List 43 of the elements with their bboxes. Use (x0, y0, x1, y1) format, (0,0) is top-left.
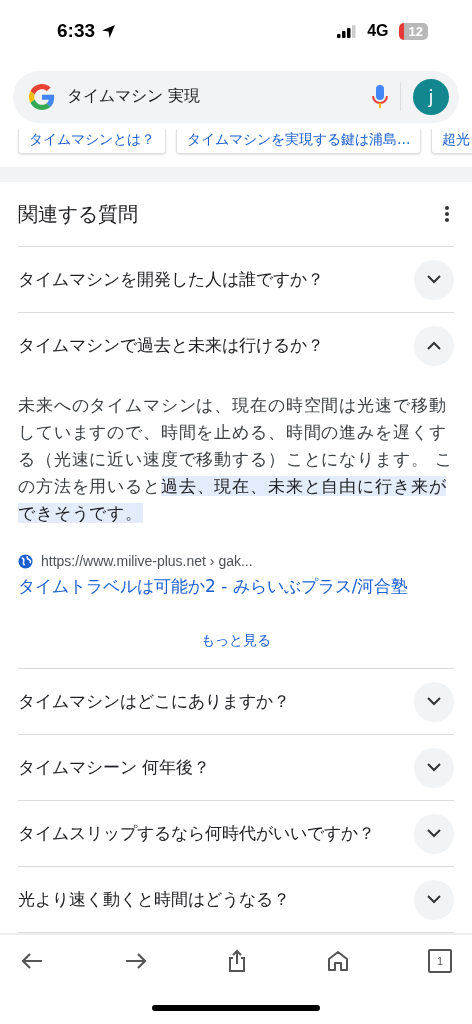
answer-text: 未来へのタイムマシンは、現在の時空間は光速で移動していますので、時間を止める、時間の進みを遅くする（光速に近い速度で移動する）ことになります。 この方法を用いると 過去、現在、未来と自由に行き来ができそうです。 (18, 394, 454, 526)
battery-indicator: 12 (398, 22, 428, 40)
location-arrow-icon (101, 23, 117, 39)
chevron-icon (427, 763, 441, 773)
chevron-icon (427, 829, 441, 839)
question-text[interactable]: 光より速く動くと時間はどうなる？ (18, 888, 290, 911)
share-icon[interactable] (227, 948, 247, 973)
forward-arrow-icon[interactable] (123, 951, 148, 970)
status-time: 6:33 (57, 20, 96, 43)
chevron-icon (427, 697, 441, 707)
more-link[interactable]: もっと見る (201, 632, 271, 651)
tabs-button[interactable]: 1 (428, 948, 452, 973)
chevron-icon (427, 275, 441, 285)
expand-toggle[interactable] (414, 325, 454, 366)
suggestion-chip[interactable]: 超光 (431, 129, 472, 155)
network-label: 4G (367, 22, 389, 41)
question-text[interactable]: タイムマシーン 何年後？ (18, 756, 211, 779)
back-arrow-icon[interactable] (20, 951, 44, 970)
google-logo-icon (29, 83, 55, 110)
signal-icon (337, 24, 358, 38)
expand-toggle[interactable] (414, 681, 454, 722)
source-url: https://www.milive-plus.net › gak... (41, 553, 253, 570)
expand-toggle[interactable] (414, 813, 454, 854)
chevron-icon (427, 895, 441, 905)
question-text[interactable]: タイムマシンで過去と未来は行けるか？ (18, 334, 324, 357)
source-link[interactable]: タイムトラベルは可能か2 - みらいぶプラス/河合塾 (18, 575, 454, 599)
expand-toggle[interactable] (414, 747, 454, 788)
expand-toggle[interactable] (414, 259, 454, 300)
section-title: 関連する質問 (18, 200, 138, 228)
suggestion-chip[interactable]: タイムマシンとは？ (18, 129, 166, 155)
more-options-icon[interactable] (444, 205, 450, 224)
chevron-icon (427, 341, 441, 351)
search-query: タイムマシン 実現 (67, 86, 202, 108)
microphone-icon[interactable] (372, 83, 388, 110)
globe-icon (18, 553, 33, 569)
search-field[interactable]: タイムマシン 実現 j (13, 70, 459, 124)
home-icon[interactable] (326, 949, 349, 972)
question-text[interactable]: タイムマシンを開発した人は誰ですか？ (18, 268, 324, 291)
question-text[interactable]: タイムマシンはどこにありますか？ (18, 690, 290, 713)
expand-toggle[interactable] (414, 879, 454, 920)
suggestion-chip[interactable]: タイムマシンを実現する鍵は浦島... (176, 129, 422, 155)
question-text[interactable]: タイムスリップするなら何時代がいいですか？ (18, 822, 375, 845)
account-avatar[interactable]: j (413, 78, 449, 115)
